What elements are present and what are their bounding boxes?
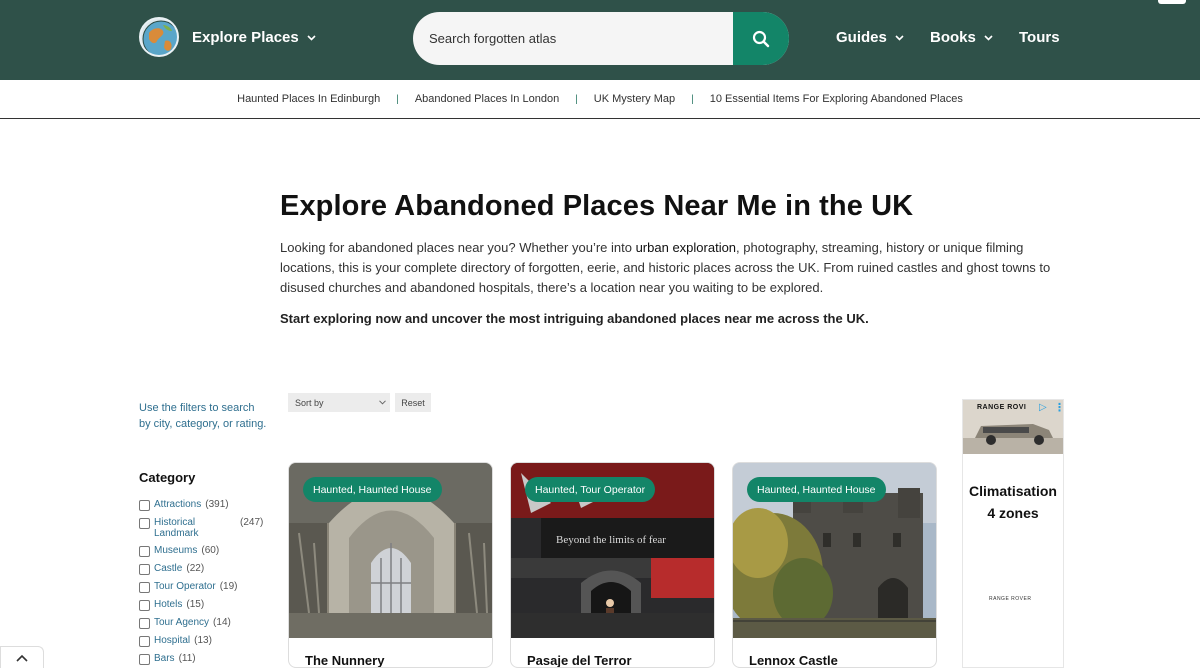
urban-exploration-link[interactable]: urban exploration [636, 240, 736, 255]
quick-links-bar: Haunted Places In Edinburgh | Abandoned … [0, 80, 1200, 119]
category-historical-landmark[interactable]: Historical Landmark (247) [139, 517, 269, 539]
back-to-top-button[interactable] [0, 646, 44, 668]
category-badge: Haunted, Haunted House [747, 477, 886, 502]
category-label: Hospital [154, 635, 191, 646]
reset-button[interactable]: Reset [395, 393, 431, 412]
search-button[interactable] [733, 12, 789, 65]
link-haunted-edinburgh[interactable]: Haunted Places In Edinburgh [237, 93, 380, 105]
nav-books[interactable]: Books [930, 29, 993, 46]
site-header: Explore Places Guides Books Tours [0, 0, 1200, 80]
ad-choices-icon[interactable]: ▷ [1039, 402, 1047, 413]
category-hospital[interactable]: Hospital (13) [139, 635, 269, 647]
checkbox[interactable] [139, 518, 150, 529]
nav-books-label: Books [930, 29, 976, 46]
category-label: Castle [154, 563, 183, 574]
category-count: (22) [186, 563, 205, 574]
category-attractions[interactable]: Attractions (391) [139, 499, 269, 511]
category-tour-agency[interactable]: Tour Agency (14) [139, 617, 269, 629]
category-count: (391) [205, 499, 229, 510]
ad-brand-bottom: RANGE ROVER [989, 596, 1032, 602]
category-label: Historical Landmark [154, 517, 199, 539]
advertisement[interactable]: RANGE ROVI ▷ ⋮ Climatisation 4 zones RAN… [962, 399, 1064, 668]
category-filter-list: Attractions (391) Historical Landmark (247… [139, 499, 269, 668]
sort-by-select[interactable]: Sort by [288, 393, 390, 412]
place-card-lennox-castle[interactable]: Haunted, Haunted House Lennox Castle [732, 462, 937, 668]
link-essential-items[interactable]: 10 Essential Items For Exploring Abandon… [710, 93, 963, 105]
link-uk-mystery-map[interactable]: UK Mystery Map [594, 93, 675, 105]
category-label: Bars [154, 653, 175, 664]
chevron-up-icon [16, 654, 28, 662]
intro-paragraph: Looking for abandoned places near you? W… [280, 238, 1070, 298]
page-title: Explore Abandoned Places Near Me in the … [280, 190, 914, 222]
search-bar [413, 12, 789, 65]
search-icon [752, 30, 770, 47]
filter-hint: Use the filters to search by city, categ… [139, 402, 267, 430]
checkbox[interactable] [139, 500, 150, 511]
ad-headline: Climatisation 4 zones [963, 480, 1063, 524]
link-abandoned-london[interactable]: Abandoned Places In London [415, 93, 559, 105]
sign-text: Beyond the limits of fear [556, 534, 666, 546]
ad-brand-top: RANGE ROVI [977, 404, 1027, 411]
category-count: (13) [194, 635, 212, 646]
category-label: Hotels [154, 599, 183, 610]
category-count: (14) [213, 617, 231, 628]
card-title[interactable]: Lennox Castle [749, 653, 838, 667]
checkbox[interactable] [139, 600, 150, 611]
chevron-down-icon [895, 34, 904, 41]
globe-icon[interactable] [139, 17, 179, 57]
search-input[interactable] [413, 12, 733, 65]
category-tour-operator[interactable]: Tour Operator (19) [139, 581, 269, 593]
checkbox[interactable] [139, 618, 150, 629]
checkbox[interactable] [139, 564, 150, 575]
explore-places-label: Explore Places [192, 29, 299, 46]
category-count: (11) [178, 653, 196, 664]
separator: | [691, 93, 694, 105]
category-museums[interactable]: Museums (60) [139, 545, 269, 557]
category-castle[interactable]: Castle (22) [139, 563, 269, 575]
separator: | [575, 93, 578, 105]
category-count: (60) [201, 545, 220, 556]
nav-tours[interactable]: Tours [1019, 29, 1060, 46]
chevron-down-icon [984, 34, 993, 41]
intro-cta: Start exploring now and uncover the most… [280, 311, 869, 326]
chevron-down-icon [307, 34, 316, 41]
ad-menu-icon[interactable]: ⋮ [1054, 401, 1063, 414]
nav-tours-label: Tours [1019, 29, 1060, 46]
checkbox[interactable] [139, 654, 150, 665]
category-hotels[interactable]: Hotels (15) [139, 599, 269, 611]
category-label: Attractions [154, 499, 202, 510]
category-label: Tour Agency [154, 617, 210, 628]
nav-guides-label: Guides [836, 29, 887, 46]
intro-text-start: Looking for abandoned places near you? W… [280, 240, 636, 255]
sort-by-label: Sort by [295, 397, 324, 408]
explore-places-menu[interactable]: Explore Places [192, 29, 316, 46]
category-bars[interactable]: Bars (11) [139, 653, 269, 665]
category-label: Tour Operator [154, 581, 216, 592]
category-badge: Haunted, Haunted House [303, 477, 442, 502]
category-count: (247) [240, 517, 264, 528]
chevron-down-icon [379, 400, 386, 405]
place-card-nunnery[interactable]: Haunted, Haunted House The Nunnery [288, 462, 493, 668]
card-title[interactable]: Pasaje del Terror [527, 653, 632, 667]
category-badge: Haunted, Tour Operator [525, 477, 656, 502]
ad-headline-line2: 4 zones [987, 505, 1039, 521]
category-count: (19) [219, 581, 238, 592]
checkbox[interactable] [139, 582, 150, 593]
checkbox[interactable] [139, 636, 150, 647]
category-count: (15) [186, 599, 205, 610]
place-card-pasaje-del-terror[interactable]: Beyond the limits of fear Haunted, Tour … [510, 462, 715, 668]
header-corner-tab [1158, 0, 1186, 4]
category-heading: Category [139, 470, 196, 485]
checkbox[interactable] [139, 546, 150, 557]
nav-guides[interactable]: Guides [836, 29, 904, 46]
card-title[interactable]: The Nunnery [305, 653, 384, 667]
category-label: Museums [154, 545, 198, 556]
separator: | [396, 93, 399, 105]
ad-headline-line1: Climatisation [969, 483, 1057, 499]
